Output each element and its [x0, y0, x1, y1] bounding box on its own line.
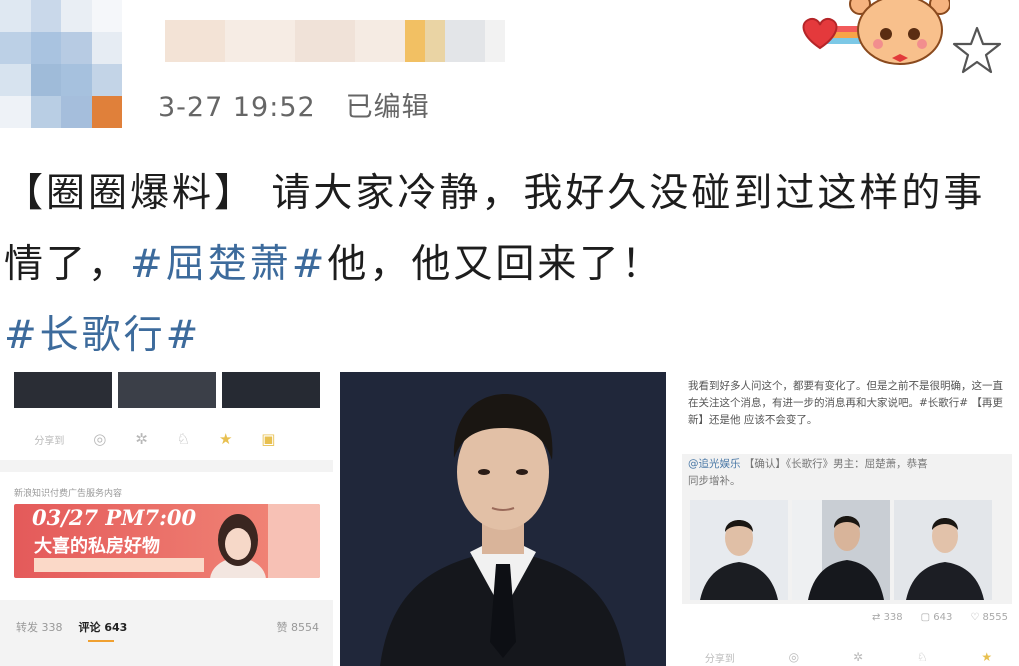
- post-timestamp: 3-27 19:52: [158, 92, 316, 123]
- left-screenshot-image[interactable]: 分享到 ◎ ✲ ♘ ★ ▣ 新浪知识付费广告服务内容 03/27 PM7:00 …: [0, 368, 333, 666]
- post-timestamp-row: 3-27 19:52 已编辑: [158, 85, 460, 124]
- tab-like[interactable]: 赞 8554: [277, 619, 320, 635]
- tab-repost[interactable]: 转发 338: [16, 619, 63, 635]
- qq-icon-right[interactable]: ♘: [917, 650, 928, 665]
- quote-text-2: 同步增补。: [688, 475, 741, 487]
- quote-text: 【确认】《长歌行》男主：屈楚萧，恭喜: [743, 458, 928, 470]
- ad-strip: [34, 558, 204, 572]
- left-tabs: 转发 338 评论 643 赞 8554: [0, 612, 333, 642]
- thumb-photo-2[interactable]: [792, 500, 890, 600]
- wechat-icon[interactable]: ◎: [93, 430, 106, 448]
- left-top-card: 分享到 ◎ ✲ ♘ ★ ▣: [0, 368, 333, 460]
- thumb-photo-3[interactable]: [894, 500, 992, 600]
- ad-portrait: [210, 514, 266, 578]
- post-body: 【圈圈爆料】 请大家冷静，我好久没碰到过这样的事情了，#屈楚萧#他，他又回来了！…: [4, 158, 1014, 371]
- right-share-row: 分享到 ◎ ✲ ♘ ★: [678, 650, 1019, 665]
- right-body-text: 我看到好多人问这个，都要有变化了。但是之前不是很明确，这一直在关注这个消息，有进…: [688, 380, 1003, 426]
- ad-banner[interactable]: 03/27 PM7:00 大喜的私房好物: [14, 504, 320, 578]
- ad-right-panel: [268, 504, 320, 578]
- share-label-right: 分享到: [704, 654, 735, 665]
- moments-icon-right[interactable]: ✲: [853, 650, 863, 665]
- ad-title: 大喜的私房好物: [34, 536, 160, 557]
- right-card: 我看到好多人问这个，都要有变化了。但是之前不是很明确，这一直在关注这个消息，有进…: [678, 368, 1019, 666]
- ad-card[interactable]: 新浪知识付费广告服务内容 03/27 PM7:00 大喜的私房好物: [0, 472, 333, 600]
- edited-label: 已编辑: [345, 92, 430, 123]
- right-screenshot-image[interactable]: 我看到好多人问这个，都要有变化了。但是之前不是很明确，这一直在关注这个消息，有进…: [678, 368, 1019, 666]
- qq-icon[interactable]: ♘: [177, 430, 190, 448]
- wechat-icon-right[interactable]: ◎: [789, 650, 799, 665]
- favorite-icon[interactable]: ★: [219, 430, 232, 448]
- hashtag-qu-chuxiao[interactable]: #屈楚萧#: [130, 242, 327, 287]
- tab-comment[interactable]: 评论 643: [79, 619, 128, 635]
- ad-header: 新浪知识付费广告服务内容: [14, 489, 123, 499]
- repost-count[interactable]: ⇄ 338: [872, 612, 903, 623]
- moments-icon[interactable]: ✲: [135, 430, 148, 448]
- active-tab-indicator: [88, 640, 114, 642]
- share-label: 分享到: [34, 435, 65, 447]
- post-text-middle: 他，他又回来了！: [327, 242, 664, 287]
- comment-count[interactable]: ▢ 643: [921, 612, 953, 623]
- thumb-photo-1[interactable]: [690, 500, 788, 600]
- avatar[interactable]: [0, 0, 122, 128]
- quote-source[interactable]: @追光娱乐: [688, 458, 741, 470]
- username-blurred[interactable]: [165, 20, 505, 62]
- hashtag-chang-ge-xing[interactable]: #长歌行#: [4, 313, 201, 358]
- star-icon[interactable]: [950, 24, 1004, 78]
- like-count[interactable]: ♡ 8555: [970, 612, 1008, 623]
- favorite-icon-right[interactable]: ★: [981, 650, 992, 665]
- image-icon[interactable]: ▣: [261, 430, 275, 448]
- right-stats-row: ⇄ 338 ▢ 643 ♡ 8555: [688, 612, 1008, 623]
- portrait-photo[interactable]: [340, 372, 666, 666]
- bear-badge-icon: [802, 0, 950, 65]
- ad-date: 03/27 PM7:00: [32, 505, 197, 530]
